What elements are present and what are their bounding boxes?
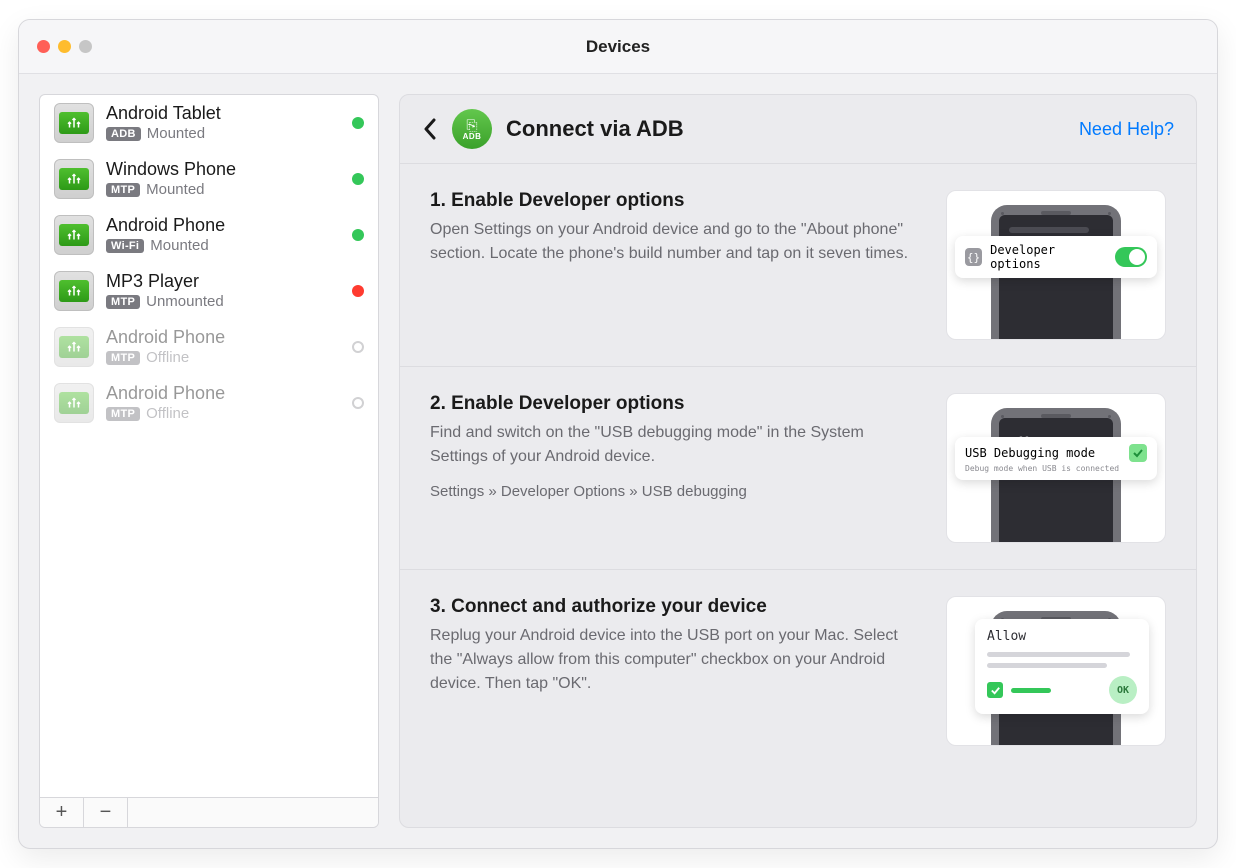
step-illustration: {} Developer options xyxy=(946,190,1166,340)
status-indicator xyxy=(352,117,364,129)
device-status-text: Unmounted xyxy=(146,293,224,310)
add-device-button[interactable]: + xyxy=(40,798,84,827)
titlebar: Devices xyxy=(19,20,1217,74)
device-text: MP3 Player MTP Unmounted xyxy=(106,272,340,311)
device-text: Windows Phone MTP Mounted xyxy=(106,160,340,199)
help-link[interactable]: Need Help? xyxy=(1079,119,1174,140)
zoom-window-button[interactable] xyxy=(79,40,92,53)
status-indicator xyxy=(352,173,364,185)
step: 3. Connect and authorize your device Repl… xyxy=(400,570,1196,772)
device-name: Android Phone xyxy=(106,384,340,404)
device-name: MP3 Player xyxy=(106,272,340,292)
sidebar-footer-spacer xyxy=(128,798,378,827)
step: 2. Enable Developer options Find and swit… xyxy=(400,367,1196,570)
detail-pane: ⎘ ADB Connect via ADB Need Help? 1. Enab… xyxy=(399,94,1197,828)
protocol-badge: MTP xyxy=(106,295,140,309)
device-row[interactable]: Android Tablet ADB Mounted xyxy=(40,95,378,151)
device-text: Android Phone MTP Offline xyxy=(106,328,340,367)
protocol-badge: MTP xyxy=(106,351,140,365)
step-text: 1. Enable Developer options Open Settings… xyxy=(430,190,922,340)
device-sub: MTP Offline xyxy=(106,405,340,422)
protocol-badge: MTP xyxy=(106,183,140,197)
status-indicator xyxy=(352,397,364,409)
status-indicator xyxy=(352,285,364,297)
protocol-badge: ADB xyxy=(106,127,141,141)
toggle-on-icon xyxy=(1115,247,1147,267)
device-status-text: Mounted xyxy=(150,237,208,254)
device-name: Android Tablet xyxy=(106,104,340,124)
usb-debug-sublabel: Debug mode when USB is connected xyxy=(965,464,1119,473)
device-row[interactable]: Android Phone MTP Offline xyxy=(40,375,378,431)
adb-icon: ⎘ ADB xyxy=(452,109,492,149)
step-description: Find and switch on the "USB debugging mo… xyxy=(430,421,922,469)
back-button[interactable] xyxy=(422,117,438,141)
sidebar-footer: + − xyxy=(40,797,378,827)
step: 1. Enable Developer options Open Settings… xyxy=(400,164,1196,367)
device-row[interactable]: Windows Phone MTP Mounted xyxy=(40,151,378,207)
device-icon xyxy=(54,103,94,143)
protocol-badge: Wi-Fi xyxy=(106,239,144,253)
device-status-text: Offline xyxy=(146,405,189,422)
dev-options-card: {} Developer options xyxy=(955,236,1157,278)
device-sub: MTP Offline xyxy=(106,349,340,366)
device-row[interactable]: Android Phone Wi-Fi Mounted xyxy=(40,207,378,263)
device-text: Android Phone Wi-Fi Mounted xyxy=(106,216,340,255)
device-name: Android Phone xyxy=(106,328,340,348)
device-sub: Wi-Fi Mounted xyxy=(106,237,340,254)
step-title: 1. Enable Developer options xyxy=(430,190,922,212)
status-indicator xyxy=(352,229,364,241)
device-text: Android Tablet ADB Mounted xyxy=(106,104,340,143)
device-status-text: Mounted xyxy=(146,181,204,198)
device-list: Android TabletADBMountedWindows PhoneMTP… xyxy=(40,95,378,797)
checkbox-on-icon xyxy=(1129,444,1147,462)
content-area: Android TabletADBMountedWindows PhoneMTP… xyxy=(19,74,1217,848)
step-description: Replug your Android device into the USB … xyxy=(430,624,922,696)
chevron-left-icon xyxy=(422,117,438,141)
device-sub: MTP Mounted xyxy=(106,181,340,198)
step-title: 2. Enable Developer options xyxy=(430,393,922,415)
device-name: Android Phone xyxy=(106,216,340,236)
device-row[interactable]: Android Phone MTP Offline xyxy=(40,319,378,375)
window-title: Devices xyxy=(586,37,650,57)
step-title: 3. Connect and authorize your device xyxy=(430,596,922,618)
protocol-badge: MTP xyxy=(106,407,140,421)
usb-debug-card: USB Debugging mode Debug mode when USB is… xyxy=(955,437,1157,480)
detail-title: Connect via ADB xyxy=(506,116,684,142)
step-text: 2. Enable Developer options Find and swit… xyxy=(430,393,922,543)
usb-debug-label: USB Debugging mode xyxy=(965,446,1095,460)
device-name: Windows Phone xyxy=(106,160,340,180)
device-icon xyxy=(54,383,94,423)
status-indicator xyxy=(352,341,364,353)
close-window-button[interactable] xyxy=(37,40,50,53)
step-illustration: Allow OK xyxy=(946,596,1166,746)
device-sub: ADB Mounted xyxy=(106,125,340,142)
device-icon xyxy=(54,215,94,255)
app-window: Devices Android TabletADBMountedWindows … xyxy=(18,19,1218,849)
authorize-card: Allow OK xyxy=(975,619,1149,714)
device-sub: MTP Unmounted xyxy=(106,293,340,310)
step-path: Settings » Developer Options » USB debug… xyxy=(430,483,922,500)
steps-list: 1. Enable Developer options Open Settings… xyxy=(400,164,1196,827)
braces-icon: {} xyxy=(965,248,982,266)
device-icon xyxy=(54,159,94,199)
step-illustration: AllowUSB Debugging modeDebug mode when U… xyxy=(946,393,1166,543)
device-icon xyxy=(54,271,94,311)
device-status-text: Offline xyxy=(146,349,189,366)
minimize-window-button[interactable] xyxy=(58,40,71,53)
device-icon xyxy=(54,327,94,367)
remove-device-button[interactable]: − xyxy=(84,798,128,827)
device-row[interactable]: MP3 Player MTP Unmounted xyxy=(40,263,378,319)
step-description: Open Settings on your Android device and… xyxy=(430,218,922,266)
detail-header: ⎘ ADB Connect via ADB Need Help? xyxy=(400,95,1196,164)
device-text: Android Phone MTP Offline xyxy=(106,384,340,423)
device-status-text: Mounted xyxy=(147,125,205,142)
allow-label: Allow xyxy=(987,629,1137,644)
checkbox-on-icon xyxy=(987,682,1003,698)
step-text: 3. Connect and authorize your device Repl… xyxy=(430,596,922,746)
device-sidebar: Android TabletADBMountedWindows PhoneMTP… xyxy=(39,94,379,828)
ok-button-icon: OK xyxy=(1109,676,1137,704)
window-controls xyxy=(37,40,92,53)
dev-options-label: Developer options xyxy=(990,243,1107,271)
